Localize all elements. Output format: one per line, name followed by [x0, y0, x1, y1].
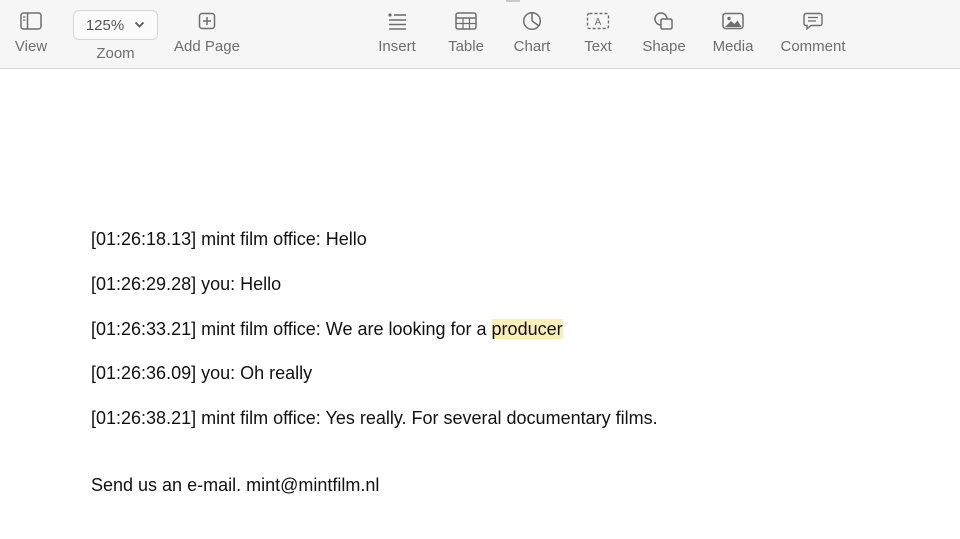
shape-label: Shape — [642, 38, 686, 55]
text-box-icon: A — [578, 0, 618, 36]
chat-line: [01:26:38.21] mint film office: Yes real… — [91, 408, 658, 428]
chevron-down-icon — [134, 16, 145, 34]
add-page-icon — [187, 0, 227, 36]
chat-line-highlighted: [01:26:33.21] mint film office: We are l… — [91, 319, 563, 340]
chat-line: [01:26:29.28] you: Hello — [91, 274, 282, 294]
chart-button[interactable]: Chart — [510, 0, 554, 69]
zoom-select[interactable]: 125% — [73, 10, 158, 40]
zoom-label: Zoom — [96, 45, 135, 62]
shape-icon — [644, 0, 684, 36]
highlighted-word: producer — [491, 319, 563, 339]
chart-label: Chart — [513, 38, 551, 55]
table-icon — [446, 0, 486, 36]
insert-button[interactable]: Insert — [374, 0, 420, 69]
insert-label: Insert — [378, 38, 416, 55]
media-button[interactable]: Media — [708, 0, 758, 69]
zoom-value: 125% — [85, 16, 125, 34]
contact-line: Send us an e-mail. mint@mintfilm.nl — [91, 475, 380, 495]
sidebar-icon — [11, 0, 51, 36]
text-label: Text — [584, 38, 612, 55]
table-label: Table — [448, 38, 484, 55]
chat-line-text: [01:26:33.21] mint film office: We are l… — [91, 319, 492, 339]
chart-icon — [512, 0, 552, 36]
add-page-label: Add Page — [174, 38, 240, 55]
document-canvas[interactable]: [01:26:18.13] mint film office: Hello [0… — [0, 70, 960, 539]
view-label: View — [14, 38, 48, 55]
toolbar: View 125% Zoom Add Page Insert Table Cha… — [0, 0, 960, 69]
table-button[interactable]: Table — [444, 0, 488, 69]
insert-icon — [377, 0, 417, 36]
view-button[interactable]: View — [11, 0, 51, 69]
shape-button[interactable]: Shape — [638, 0, 690, 69]
chat-line: [01:26:36.09] you: Oh really — [91, 363, 313, 383]
chat-line: [01:26:18.13] mint film office: Hello — [91, 229, 367, 249]
media-label: Media — [712, 38, 754, 55]
text-button[interactable]: A Text — [578, 0, 618, 69]
comment-label: Comment — [780, 38, 846, 55]
add-page-button[interactable]: Add Page — [171, 0, 243, 69]
comment-button[interactable]: Comment — [776, 0, 850, 69]
comment-icon — [793, 0, 833, 36]
media-icon — [713, 0, 753, 36]
text-icon-glyph: A — [595, 17, 602, 28]
